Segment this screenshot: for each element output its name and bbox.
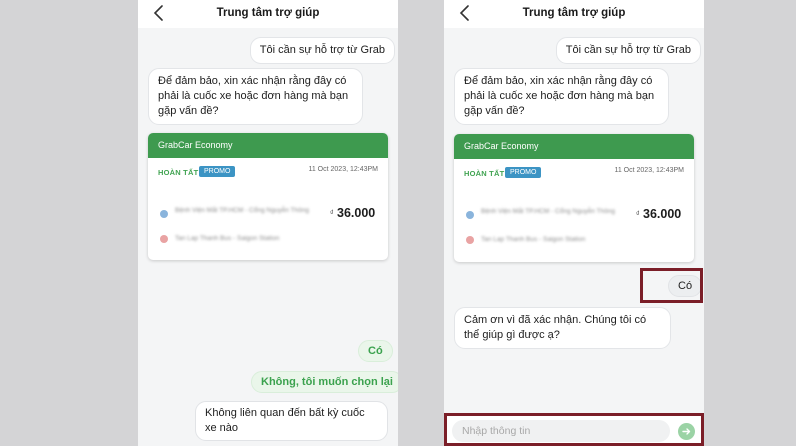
status-badge: HOÀN TẤT [158, 168, 199, 177]
user-message-bubble: Tôi cần sự hỗ trợ từ Grab [249, 37, 395, 64]
pickup-address: Bệnh Viện Mắt TP.HCM - Cổng Nguyễn Thông [481, 208, 615, 215]
phone-screen-right: Trung tâm trợ giúp Tôi cần sự hỗ trợ từ … [444, 0, 704, 446]
header-bar: Trung tâm trợ giúp [444, 0, 704, 28]
ride-card-status-row: HOÀN TẤT PROMO 11 Oct 2023, 12:43PM [148, 158, 388, 186]
dropoff-dot-icon [466, 236, 474, 244]
promo-badge: PROMO [505, 167, 542, 178]
dropoff-address: Tan Lap Thanh Bus - Saigon Station [481, 236, 586, 243]
ride-price: 36.000 [643, 207, 682, 221]
pickup-dot-icon [466, 211, 474, 219]
header-bar: Trung tâm trợ giúp [138, 0, 398, 28]
currency-symbol: ₫ [330, 210, 334, 217]
bot-message-bubble: Để đảm bảo, xin xác nhận rằng đây có phả… [148, 68, 363, 125]
quick-reply-yes[interactable]: Có [358, 340, 393, 362]
user-message-bubble: Tôi cần sự hỗ trợ từ Grab [555, 37, 701, 64]
phone-screen-left: Trung tâm trợ giúp Tôi cần sự hỗ trợ từ … [138, 0, 398, 446]
bot-message-bubble: Để đảm bảo, xin xác nhận rằng đây có phả… [454, 68, 669, 125]
ride-price: 36.000 [337, 206, 376, 220]
page-title: Trung tâm trợ giúp [216, 7, 320, 19]
ride-card-service: GrabCar Economy [454, 134, 694, 159]
bot-followup-bubble: Cảm ơn vì đã xác nhận. Chúng tôi có thể … [454, 307, 671, 349]
ride-card[interactable]: GrabCar Economy HOÀN TẤT PROMO 11 Oct 20… [148, 133, 388, 260]
currency-symbol: ₫ [636, 211, 640, 218]
ride-card-service: GrabCar Economy [148, 133, 388, 158]
status-badge: HOÀN TẤT [464, 169, 505, 178]
page-title: Trung tâm trợ giúp [522, 7, 626, 19]
dropoff-address: Tan Lap Thanh Bus - Saigon Station [175, 235, 280, 242]
ride-card-status-row: HOÀN TẤT PROMO 11 Oct 2023, 12:43PM [454, 159, 694, 187]
dropoff-dot-icon [160, 235, 168, 243]
highlight-box-reply [640, 268, 703, 303]
pickup-address: Bệnh Viện Mắt TP.HCM - Cổng Nguyễn Thông [175, 207, 309, 214]
promo-badge: PROMO [199, 166, 236, 177]
pickup-dot-icon [160, 210, 168, 218]
ride-datetime: 11 Oct 2023, 12:43PM [308, 166, 378, 173]
quick-reply-not-related[interactable]: Không liên quan đến bất kỳ cuốc xe nào [195, 401, 388, 441]
ride-datetime: 11 Oct 2023, 12:43PM [614, 167, 684, 174]
highlight-box-input [444, 413, 704, 446]
quick-reply-choose-again[interactable]: Không, tôi muốn chọn lại [251, 371, 398, 393]
ride-card[interactable]: GrabCar Economy HOÀN TẤT PROMO 11 Oct 20… [454, 134, 694, 262]
